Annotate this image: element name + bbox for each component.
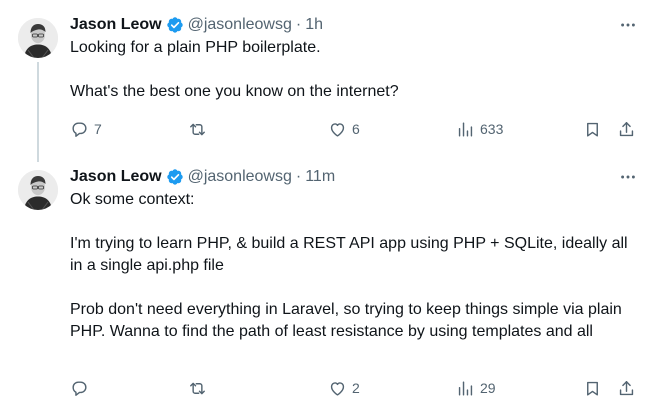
bookmark-icon — [587, 381, 598, 396]
share-button[interactable] — [617, 118, 636, 140]
action-bar: 2 29 — [70, 377, 640, 399]
more-horizontal-icon[interactable] — [618, 14, 638, 36]
author-handle[interactable]: @jasonleowsg — [188, 168, 292, 186]
views-count: 29 — [480, 380, 496, 396]
bar-chart-icon — [458, 121, 473, 137]
reply-bubble-icon — [72, 380, 87, 396]
action-bar: 7 6 633 — [70, 118, 640, 140]
tweet-header: Jason Leow @jasonleowsg · 1h — [70, 14, 638, 36]
separator-dot: · — [295, 16, 302, 33]
tweet-paragraph: Prob don't need everything in Laravel, s… — [70, 301, 622, 340]
retweet-icon — [190, 382, 205, 394]
thread-connector-line — [37, 62, 39, 162]
timestamp[interactable]: 1h — [305, 16, 323, 34]
author-name[interactable]: Jason Leow — [70, 168, 162, 186]
tweet-paragraph: I'm trying to learn PHP, & build a REST … — [70, 235, 628, 274]
share-icon — [619, 380, 634, 395]
avatar[interactable] — [18, 18, 58, 58]
tweet-text: Ok some context: I'm trying to learn PHP… — [70, 189, 634, 343]
reply-button[interactable]: 7 — [70, 118, 102, 140]
like-count: 6 — [352, 121, 360, 137]
bookmark-button[interactable] — [583, 118, 602, 140]
reply-count: 7 — [94, 121, 102, 137]
tweet[interactable]: Jason Leow @jasonleowsg · 1h Looking for… — [0, 0, 658, 162]
verified-badge-icon — [166, 168, 184, 186]
reply-button[interactable] — [70, 377, 94, 399]
heart-icon — [330, 122, 345, 137]
avatar-photo-icon — [18, 18, 58, 58]
like-button[interactable]: 6 — [328, 118, 360, 140]
avatar-photo-icon — [18, 170, 58, 210]
tweet-header: Jason Leow @jasonleowsg · 11m — [70, 166, 638, 188]
tweet-text: Looking for a plain PHP boilerplate. Wha… — [70, 37, 634, 103]
retweet-button[interactable] — [188, 377, 212, 399]
separator-dot: · — [295, 168, 302, 185]
tweet-paragraph: Looking for a plain PHP boilerplate. — [70, 39, 321, 56]
reply-bubble-icon — [72, 121, 87, 137]
tweet-paragraph: Ok some context: — [70, 191, 195, 208]
author-handle[interactable]: @jasonleowsg — [188, 16, 292, 34]
bookmark-icon — [587, 122, 598, 137]
avatar[interactable] — [18, 170, 58, 210]
more-horizontal-icon[interactable] — [618, 166, 638, 188]
verified-badge-icon — [166, 16, 184, 34]
like-button[interactable]: 2 — [328, 377, 360, 399]
tweet-paragraph: What's the best one you know on the inte… — [70, 83, 399, 100]
retweet-icon — [190, 123, 205, 135]
views-count: 633 — [480, 121, 504, 137]
retweet-button[interactable] — [188, 118, 212, 140]
share-icon — [619, 121, 634, 136]
heart-icon — [330, 381, 345, 396]
views-button[interactable]: 29 — [456, 377, 496, 399]
author-name[interactable]: Jason Leow — [70, 16, 162, 34]
share-button[interactable] — [617, 377, 636, 399]
like-count: 2 — [352, 380, 360, 396]
tweet[interactable]: Jason Leow @jasonleowsg · 11m Ok some co… — [0, 157, 658, 411]
bookmark-button[interactable] — [583, 377, 602, 399]
bar-chart-icon — [458, 380, 473, 396]
views-button[interactable]: 633 — [456, 118, 503, 140]
timestamp[interactable]: 11m — [305, 168, 335, 186]
